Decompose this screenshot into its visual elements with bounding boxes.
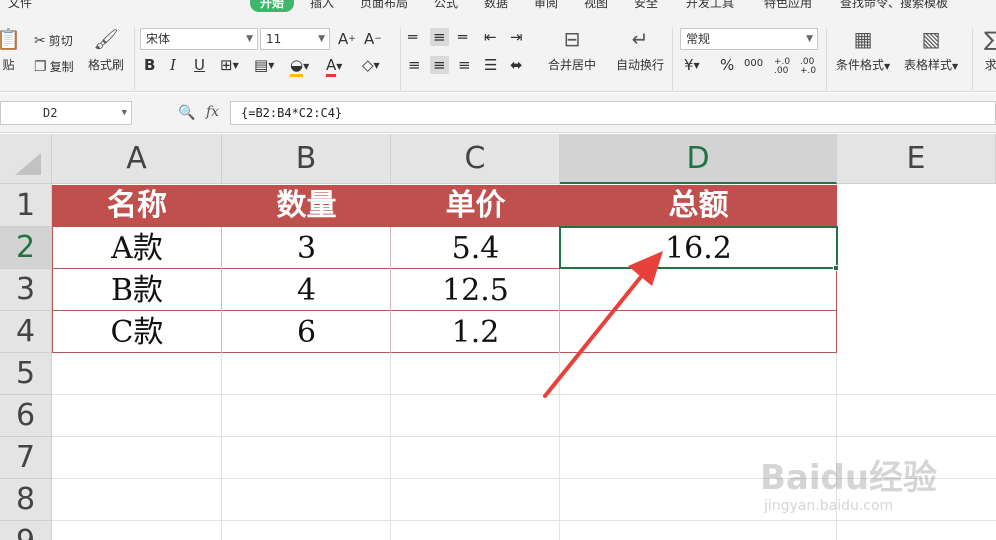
baidu-watermark: Baidu经验 jingyan.baidu.com: [760, 458, 938, 514]
spreadsheet-window: 文件 开始 插入 页面布局 公式 数据 审阅 视图 安全 开发工具 特色应用 查…: [0, 0, 996, 540]
